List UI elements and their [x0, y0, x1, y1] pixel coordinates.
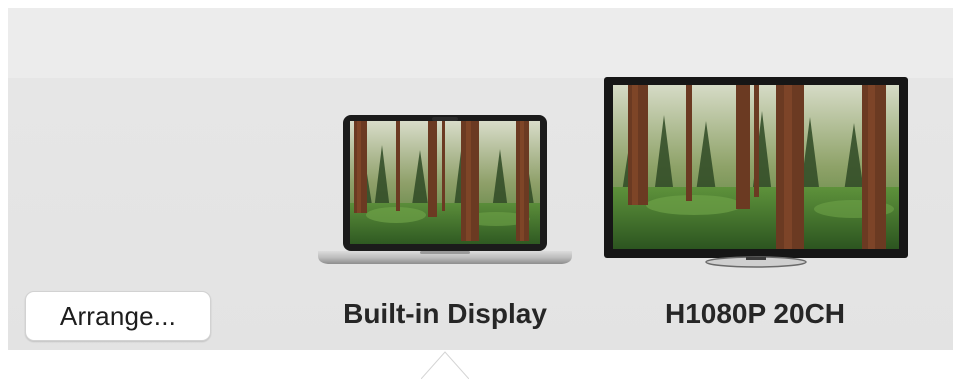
builtin-display-label: Built-in Display [343, 298, 547, 329]
laptop-forest-wallpaper-icon [318, 115, 572, 264]
builtin-display-item[interactable] [316, 115, 574, 267]
external-display-item[interactable] [604, 77, 910, 269]
window-top-edge [0, 0, 961, 8]
selected-display-pointer [421, 350, 469, 379]
monitor-forest-wallpaper-icon [604, 77, 908, 268]
displays-settings-panel: Arrange... Built-in Display H1080P 20CH [0, 0, 961, 379]
panel-bottom-edge [0, 350, 961, 379]
header-band [8, 8, 953, 78]
external-display-label: H1080P 20CH [664, 298, 846, 329]
arrange-button[interactable]: Arrange... [25, 291, 211, 341]
